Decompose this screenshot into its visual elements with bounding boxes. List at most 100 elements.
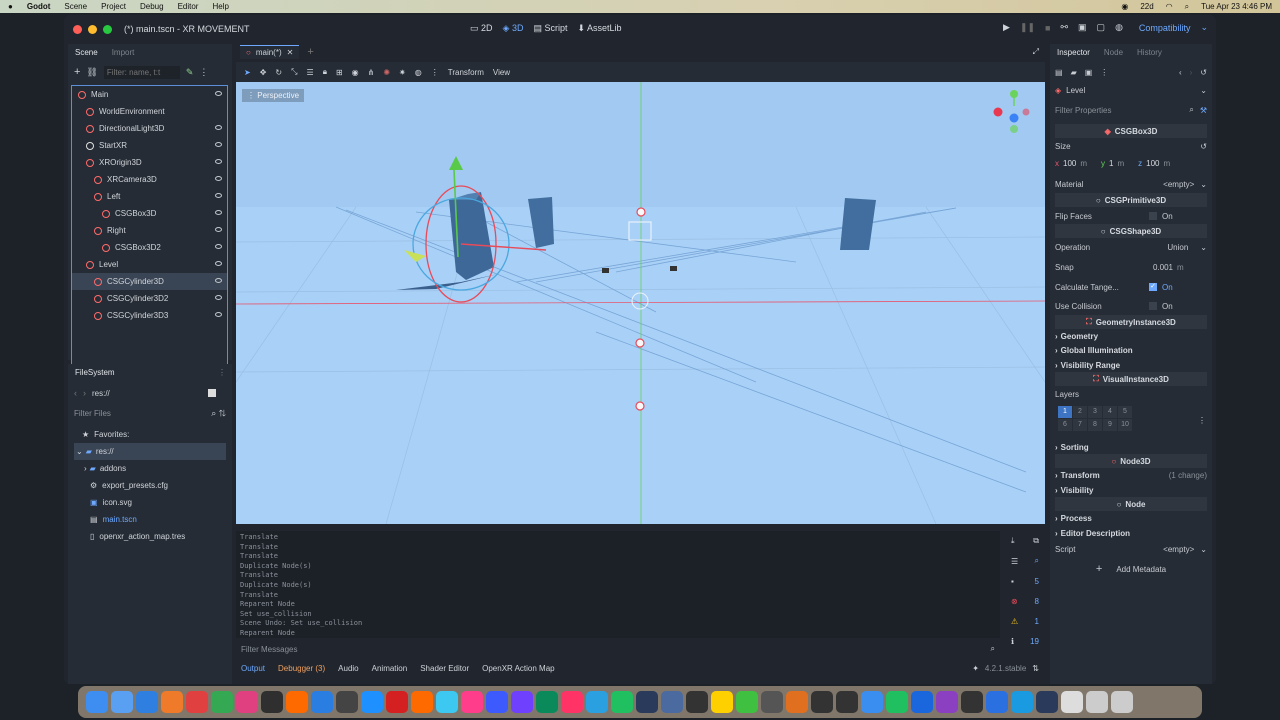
fs-main-tscn[interactable]: ▤ main.tscn (74, 511, 226, 528)
play-custom-icon[interactable]: ▢ (1097, 22, 1106, 33)
revert-icon[interactable]: ↺ (1200, 142, 1207, 151)
section-geometryinstance3d[interactable]: ⛶ GeometryInstance3D (1055, 315, 1207, 329)
list-select-icon[interactable]: ☰ (307, 68, 314, 77)
distraction-free-icon[interactable]: ⤢ (1033, 47, 1039, 57)
scene-filter-input[interactable] (103, 65, 180, 79)
tab-animation[interactable]: Animation (372, 664, 408, 673)
script-icon[interactable]: ✎ (186, 67, 194, 78)
renderer-select[interactable]: Compatibility (1139, 23, 1191, 33)
dock-app-icon[interactable] (936, 691, 958, 713)
path-field[interactable]: res:// (92, 389, 202, 398)
menu-debug[interactable]: Debug (140, 2, 164, 11)
open-folder-icon[interactable]: ▰ (1071, 68, 1077, 77)
visibility-eye-icon[interactable] (215, 176, 222, 181)
rotate-tool-icon[interactable]: ↻ (275, 68, 282, 77)
dock-app-icon[interactable] (1111, 691, 1133, 713)
chevron-down-icon[interactable]: ⌄ (1200, 243, 1207, 252)
layer-cell[interactable]: 7 (1073, 419, 1087, 431)
local-space-icon[interactable]: ◉ (352, 68, 359, 77)
filter-files-input[interactable]: Filter Files (74, 409, 111, 418)
layer-cell[interactable]: 10 (1118, 419, 1132, 431)
movie-icon[interactable]: ◍ (1115, 22, 1123, 33)
size-z-field[interactable]: 100 (1146, 159, 1159, 168)
dock-app-icon[interactable] (736, 691, 758, 713)
dock-app-icon[interactable] (761, 691, 783, 713)
add-node-icon[interactable]: + (74, 66, 80, 78)
dock-app-icon[interactable] (386, 691, 408, 713)
layer-cell[interactable]: 5 (1118, 406, 1132, 418)
play-scene-icon[interactable]: ▣ (1078, 22, 1087, 33)
dock-app-icon[interactable] (561, 691, 583, 713)
dock-app-icon[interactable] (211, 691, 233, 713)
info-icon[interactable]: ℹ (1011, 637, 1014, 646)
inspected-object[interactable]: Level (1066, 86, 1085, 95)
mode-assetlib-button[interactable]: ⬇ AssetLib (578, 23, 622, 34)
dock-app-icon[interactable] (261, 691, 283, 713)
search-icon[interactable]: ⌕ (1185, 2, 1189, 12)
section-node[interactable]: ○ Node (1055, 497, 1207, 511)
visibility-eye-icon[interactable] (215, 142, 222, 147)
history-icon[interactable]: ↺ (1200, 68, 1207, 77)
group-transform[interactable]: › Transform (1 change) (1055, 468, 1207, 482)
dock-app-icon[interactable] (786, 691, 808, 713)
visibility-eye-icon[interactable] (215, 278, 222, 283)
visibility-eye-icon[interactable] (215, 210, 222, 215)
tree-node[interactable]: CSGCylinder3D3 (72, 307, 227, 324)
fs-addons-folder[interactable]: › ▰ addons (74, 460, 226, 477)
layer-cell[interactable]: 9 (1103, 419, 1117, 431)
group-geometry[interactable]: › Geometry (1055, 329, 1207, 343)
layer-cell[interactable]: 4 (1103, 406, 1117, 418)
search-toggle-icon[interactable]: ⌕ (1035, 556, 1039, 566)
size-y-field[interactable]: 1 (1109, 159, 1113, 168)
menu-dots-icon[interactable]: ⋮ (431, 68, 439, 77)
save-icon[interactable]: ▣ (1085, 68, 1093, 77)
menu-project[interactable]: Project (101, 2, 126, 11)
snap-field[interactable]: 0.001 (1153, 263, 1173, 272)
dock-app-icon[interactable] (186, 691, 208, 713)
3d-viewport[interactable]: ⋮ Perspective (236, 82, 1045, 524)
tab-scene[interactable]: Scene (75, 48, 98, 57)
section-node3d[interactable]: ○ Node3D (1055, 454, 1207, 468)
dock-app-icon[interactable] (461, 691, 483, 713)
stop-icon[interactable]: ■ (1045, 23, 1050, 33)
chevron-down-icon[interactable]: ⌄ (1200, 180, 1207, 189)
dock-app-icon[interactable] (686, 691, 708, 713)
group-visibility-range[interactable]: › Visibility Range (1055, 358, 1207, 372)
dock-app-icon[interactable] (636, 691, 658, 713)
layer-cell[interactable]: 8 (1088, 419, 1102, 431)
group-sorting[interactable]: › Sorting (1055, 440, 1207, 454)
dock-app-icon[interactable] (86, 691, 108, 713)
use-collision-checkbox[interactable] (1149, 302, 1157, 310)
group-process[interactable]: › Process (1055, 511, 1207, 525)
dock-app-icon[interactable] (336, 691, 358, 713)
visibility-eye-icon[interactable] (215, 159, 222, 164)
visibility-eye-icon[interactable] (215, 312, 222, 317)
dock-app-icon[interactable] (511, 691, 533, 713)
tab-output[interactable]: Output (241, 664, 265, 673)
flip-faces-checkbox[interactable] (1149, 212, 1157, 220)
dock-app-icon[interactable] (1011, 691, 1033, 713)
mode-script-button[interactable]: ▤ Script (533, 23, 567, 34)
dock-app-icon[interactable] (811, 691, 833, 713)
chevron-down-icon[interactable]: ⌄ (1200, 22, 1208, 33)
transform-menu[interactable]: Transform (448, 68, 484, 77)
group-global-illumination[interactable]: › Global Illumination (1055, 343, 1207, 357)
close-window-button[interactable] (73, 24, 82, 34)
link-icon[interactable]: ⛓ (86, 67, 97, 78)
pause-icon[interactable]: ❚❚ (1020, 22, 1035, 33)
close-icon[interactable]: ✕ (287, 48, 294, 57)
tools-icon[interactable]: ⚒ (1200, 106, 1207, 115)
material-picker[interactable]: <empty> (1163, 180, 1194, 189)
group-editor-description[interactable]: › Editor Description (1055, 526, 1207, 540)
new-resource-icon[interactable]: ▤ (1055, 68, 1063, 77)
chevron-down-icon[interactable]: ⌄ (1200, 86, 1207, 95)
tab-node[interactable]: Node (1104, 48, 1123, 57)
menu-scene[interactable]: Scene (64, 2, 87, 11)
dock-app-icon[interactable] (161, 691, 183, 713)
operation-select[interactable]: Union (1167, 243, 1188, 252)
dock-app-icon[interactable] (861, 691, 883, 713)
fs-icon-svg[interactable]: ▣ icon.svg (74, 494, 226, 511)
visibility-eye-icon[interactable] (215, 295, 222, 300)
tab-history[interactable]: History (1137, 48, 1162, 57)
size-x-field[interactable]: 100 (1063, 159, 1076, 168)
